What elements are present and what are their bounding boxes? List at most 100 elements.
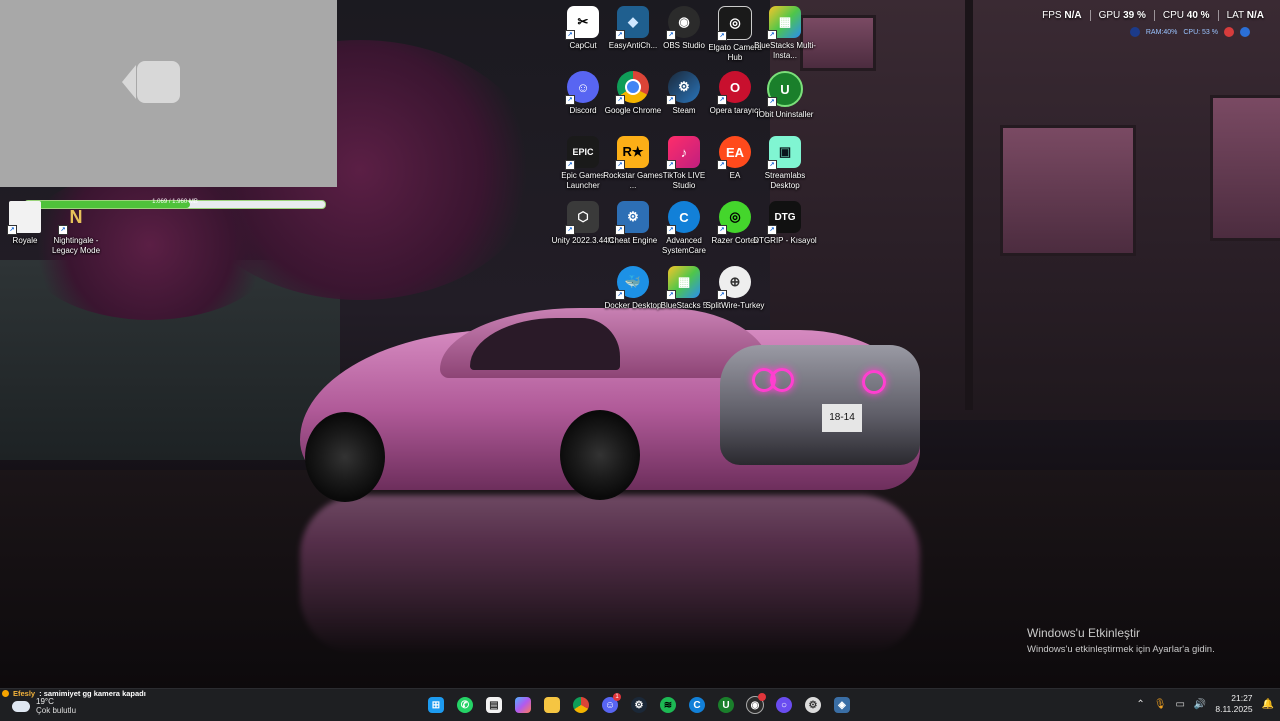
chevron-up-icon[interactable]: ⌃ xyxy=(1136,699,1144,710)
advanced-systemcare-icon: C ↗ xyxy=(666,201,700,235)
taskbar-steam[interactable]: ⚙ xyxy=(627,693,651,717)
taskbar-file-explorer[interactable] xyxy=(540,693,564,717)
iobit-uninstaller-icon: U xyxy=(718,697,734,713)
warning-icon xyxy=(2,690,9,697)
chrome-icon: ↗ xyxy=(615,71,649,105)
taskbar-network-tool[interactable]: ◈ xyxy=(830,693,854,717)
razer-cortex-icon: ◎ ↗ xyxy=(717,201,751,235)
gpu-value: 39 % xyxy=(1123,10,1146,21)
cpu-usage: CPU: 53 % xyxy=(1183,28,1218,36)
steam-icon: ⚙ ↗ xyxy=(666,71,700,105)
desktop-icon-dtgrip[interactable]: DTG ↗ DTGRIP - Kısayol xyxy=(753,201,817,246)
capcut-icon: ✂ ↗ xyxy=(565,6,599,40)
taskbar-app-circle[interactable]: ○ xyxy=(772,693,796,717)
folder-icon xyxy=(544,697,560,713)
splitwire-icon: ⊕ ↗ xyxy=(717,266,751,300)
store-icon: ▤ xyxy=(486,697,502,713)
clock[interactable]: 21:27 8.11.2025 xyxy=(1215,693,1252,715)
video-camera-off-icon xyxy=(122,61,180,103)
clock-date: 8.11.2025 xyxy=(1215,704,1253,714)
fps-label: FPS xyxy=(1042,10,1062,21)
wallpaper-window xyxy=(1000,125,1136,256)
desktop-icon-splitwire[interactable]: ⊕ ↗ SplitWire-Turkey xyxy=(703,266,767,311)
copilot-icon xyxy=(515,697,531,713)
taskbar-settings[interactable]: ⚙ xyxy=(801,693,825,717)
wallpaper-license-plate: 18-14 xyxy=(822,404,862,432)
wallpaper-taillight xyxy=(770,368,794,392)
taskbar-obs[interactable]: ◉ xyxy=(743,693,767,717)
whatsapp-icon: ✆ xyxy=(457,697,473,713)
weather-widget[interactable]: 19°C Çok bulutlu xyxy=(12,695,77,715)
wallpaper-wheel xyxy=(560,410,640,500)
microphone-icon xyxy=(1129,27,1140,37)
file-icon: ↗ xyxy=(7,201,41,235)
arrow-right-icon xyxy=(1240,27,1250,37)
cheat-engine-icon: ⚙ ↗ xyxy=(615,201,649,235)
chrome-icon xyxy=(573,697,589,713)
cpu-stat: CPU 40 % xyxy=(1155,10,1219,21)
weather-condition: Çok bulutlu xyxy=(36,706,77,715)
network-tool-icon: ◈ xyxy=(834,697,850,713)
ram-usage: RAM:40% xyxy=(1145,28,1178,36)
desktop-icon-label: DTGRIP - Kısayol xyxy=(753,236,817,245)
wallpaper-reflection xyxy=(300,495,920,655)
taskbar-copilot[interactable] xyxy=(511,693,535,717)
fps-value: N/A xyxy=(1064,10,1082,21)
network-icon[interactable]: ▭ xyxy=(1175,699,1184,710)
taskbar-discord[interactable]: ☺ 1 xyxy=(598,693,622,717)
desktop-icon-nightingale[interactable]: N ↗ Nightingale - Legacy Mode xyxy=(44,201,108,256)
lat-value: N/A xyxy=(1246,10,1264,21)
dtgrip-icon: DTG ↗ xyxy=(767,201,801,235)
gpu-stat: GPU 39 % xyxy=(1091,10,1155,21)
voice-notification: Efesly : samimiyet gg kamera kapadı xyxy=(2,689,146,698)
system-tray: ⌃ 🎙 ▭ 🔊 21:27 8.11.2025 🔔 xyxy=(1136,693,1274,715)
notification-message: : samimiyet gg kamera kapadı xyxy=(39,689,146,698)
taskbar-iobit[interactable]: U xyxy=(714,693,738,717)
clock-time: 21:27 xyxy=(1231,693,1253,703)
docker-icon: 🐳 ↗ xyxy=(615,266,649,300)
wallpaper-window xyxy=(1210,95,1280,241)
volume-icon[interactable]: 🔊 xyxy=(1194,699,1206,710)
windows-activation-watermark: Windows'u Etkinleştir Windows'u etkinleş… xyxy=(1027,626,1215,655)
camera-preview[interactable] xyxy=(0,0,337,187)
ea-icon: EA ↗ xyxy=(717,136,751,170)
bluestacks5-icon: ▦ ↗ xyxy=(666,266,700,300)
taskbar-store[interactable]: ▤ xyxy=(482,693,506,717)
desktop-icon-label: IObit Uninstaller xyxy=(756,110,814,119)
taskbar-spotify[interactable]: ≋ xyxy=(656,693,680,717)
recording-dot xyxy=(758,693,766,701)
resource-monitor: RAM:40% CPU: 53 % xyxy=(1129,27,1250,37)
taskbar-advanced-systemcare[interactable]: C xyxy=(685,693,709,717)
desktop-icon-label: Nightingale - Legacy Mode xyxy=(51,236,101,255)
discord-icon: ☺ ↗ xyxy=(565,71,599,105)
epic-games-icon: EPIC ↗ xyxy=(565,136,599,170)
taskbar-chrome[interactable] xyxy=(569,693,593,717)
circle-app-icon: ○ xyxy=(776,697,792,713)
notification-bell-icon[interactable]: 🔔 xyxy=(1262,699,1274,710)
microphone-icon[interactable]: 🎙 xyxy=(1154,699,1167,710)
steam-icon: ⚙ xyxy=(631,697,647,713)
desktop-icon-streamlabs[interactable]: ▣ ↗ Streamlabs Desktop xyxy=(753,136,817,191)
wallpaper-taillight xyxy=(862,370,886,394)
tiktok-live-icon: ♪ ↗ xyxy=(666,136,700,170)
desktop-icon-iobit[interactable]: U ↗ IObit Uninstaller xyxy=(753,71,817,120)
streamlabs-icon: ▣ ↗ xyxy=(767,136,801,170)
desktop-icon-label: Streamlabs Desktop xyxy=(764,171,806,190)
wallpaper-column xyxy=(965,0,973,410)
activation-title: Windows'u Etkinleştir xyxy=(1027,626,1140,640)
desktop-icon-label: SplitWire-Turkey xyxy=(705,301,765,310)
taskbar-whatsapp[interactable]: ✆ xyxy=(453,693,477,717)
cpu-label: CPU xyxy=(1162,10,1184,21)
wallpaper-car-rear xyxy=(720,345,920,465)
iobit-uninstaller-icon: U ↗ xyxy=(767,71,803,107)
notification-badge: 1 xyxy=(613,693,621,701)
gpu-label: GPU xyxy=(1098,10,1121,21)
spotify-icon: ≋ xyxy=(660,697,676,713)
elgato-camera-icon: ◎ ↗ xyxy=(717,6,752,41)
obs-icon: ◉ ↗ xyxy=(666,6,700,40)
rockstar-icon: R★ ↗ xyxy=(615,136,649,170)
desktop-icon-bluestacks-multi[interactable]: ▦ ↗ BlueStacks Multi-Insta... xyxy=(753,6,817,61)
start-button[interactable]: ⊞ xyxy=(424,693,448,717)
lat-stat: LAT N/A xyxy=(1219,10,1272,21)
wallpaper-wheel xyxy=(305,412,385,502)
